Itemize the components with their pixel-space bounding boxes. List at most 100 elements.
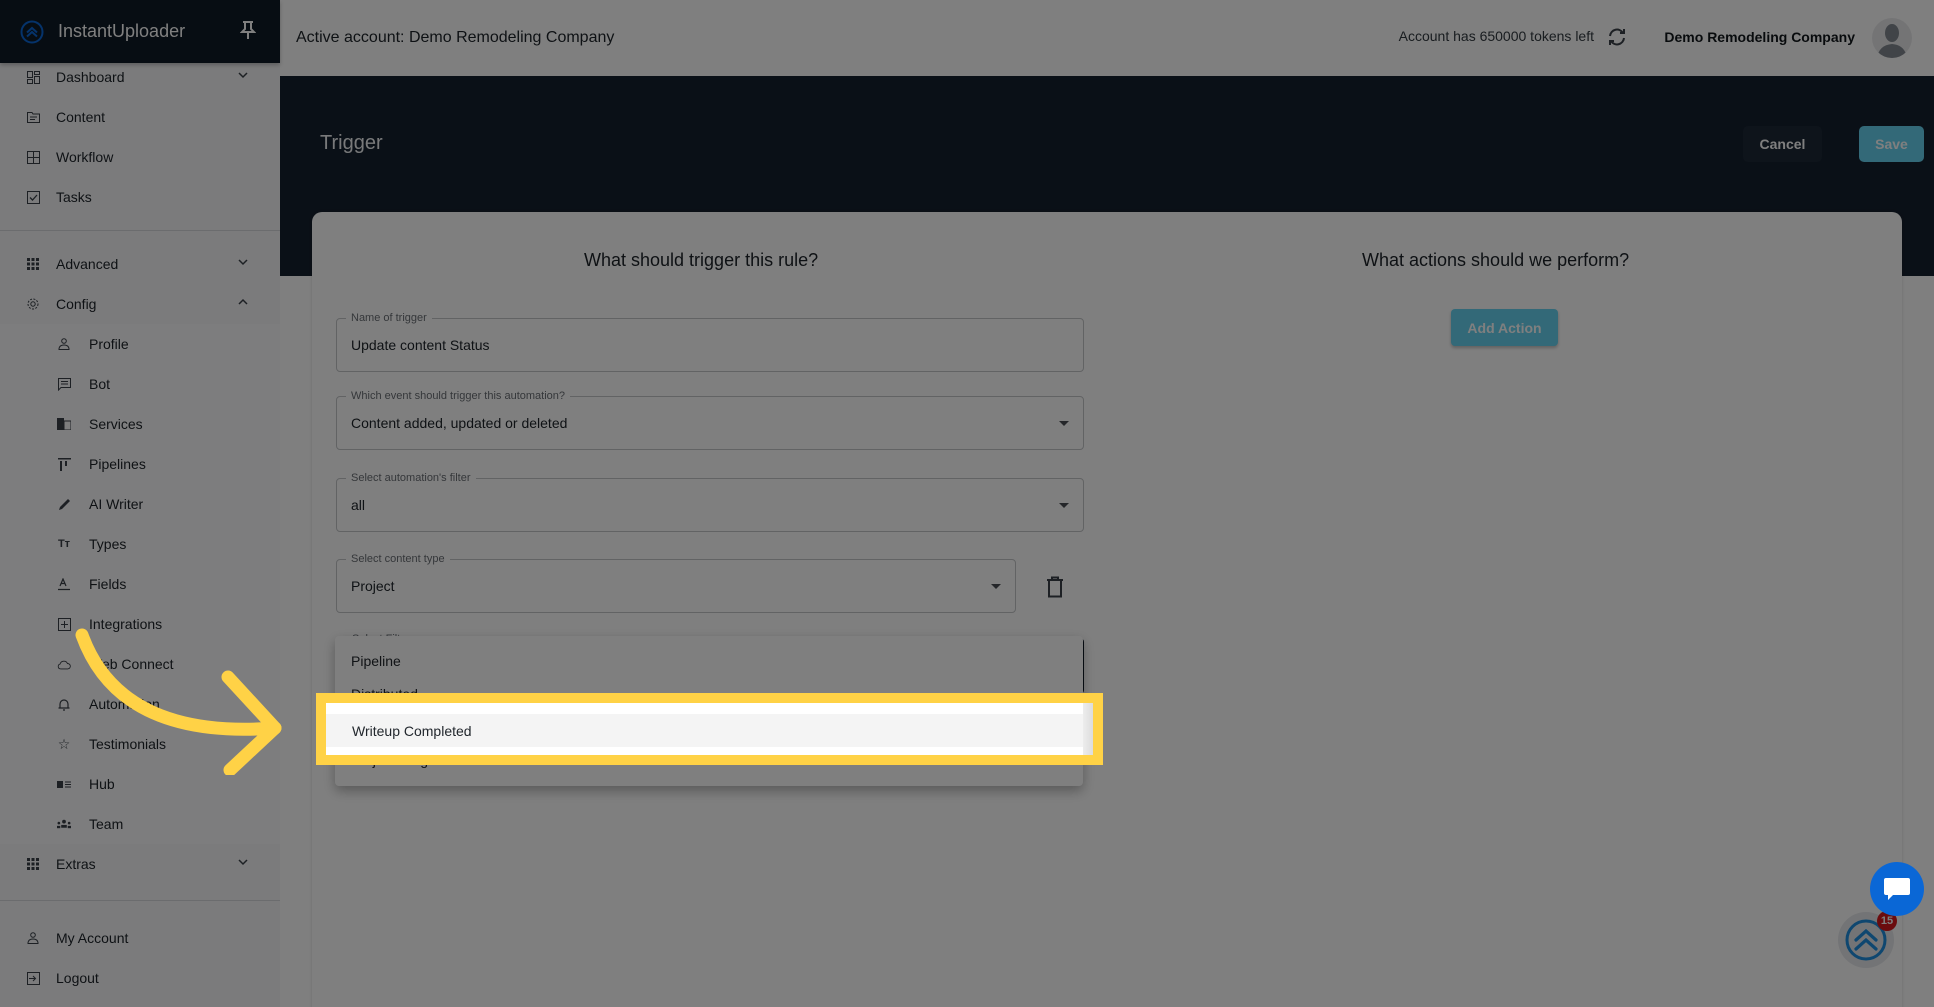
sidebar-item-label: Automation xyxy=(89,696,160,712)
gear-icon xyxy=(26,297,40,311)
user-icon xyxy=(57,337,71,351)
sidebar-item-label: My Account xyxy=(56,930,129,946)
cancel-button[interactable]: Cancel xyxy=(1743,126,1822,162)
sidebar-item-tasks[interactable]: Tasks xyxy=(0,177,280,217)
avatar[interactable] xyxy=(1872,18,1912,58)
user-icon xyxy=(26,931,40,945)
sidebar-item-bot[interactable]: Bot xyxy=(0,364,280,404)
sidebar-item-config[interactable]: Config xyxy=(0,284,280,324)
sidebar-item-label: Testimonials xyxy=(89,736,167,752)
sidebar-item-types[interactable]: Tт Types xyxy=(0,524,280,564)
sidebar-nav: Dashboard Content Workflow Tasks Advance… xyxy=(0,57,280,998)
company-name[interactable]: Demo Remodeling Company xyxy=(1664,29,1855,45)
pipeline-icon xyxy=(57,457,71,471)
filter-option-pipeline[interactable]: Pipeline xyxy=(335,644,1083,677)
chevron-down-icon xyxy=(238,72,248,79)
chevron-down-icon xyxy=(238,859,248,866)
field-label: Which event should trigger this automati… xyxy=(346,390,571,402)
sidebar-item-automation[interactable]: Automation xyxy=(0,684,280,724)
sidebar: InstantUploader Dashboard Content Workfl… xyxy=(0,0,280,1007)
trigger-name-field[interactable]: Name of trigger Update content Status xyxy=(336,312,1084,372)
content-type-select[interactable]: Select content type Project xyxy=(336,553,1016,613)
dropdown-arrow-icon xyxy=(1059,421,1069,426)
sidebar-item-team[interactable]: Team xyxy=(0,804,280,844)
sidebar-item-extras[interactable]: Extras xyxy=(0,844,280,884)
checkbox-icon xyxy=(26,190,40,204)
sidebar-item-web-connect[interactable]: Web Connect xyxy=(0,644,280,684)
sidebar-item-label: Hub xyxy=(89,776,115,792)
event-select[interactable]: Which event should trigger this automati… xyxy=(336,390,1084,450)
highlighted-option[interactable]: Writeup Completed xyxy=(326,714,1083,747)
sidebar-item-label: Extras xyxy=(56,856,96,872)
user-silhouette-icon xyxy=(1877,24,1907,58)
sidebar-item-my-account[interactable]: My Account xyxy=(0,918,280,958)
apps-icon xyxy=(26,857,40,871)
divider xyxy=(0,900,280,901)
trigger-heading: What should trigger this rule? xyxy=(584,250,819,270)
sidebar-item-label: Types xyxy=(89,536,127,552)
app-logo-icon xyxy=(20,20,44,43)
sidebar-item-label: Web Connect xyxy=(89,656,174,672)
chevron-down-icon xyxy=(238,259,248,266)
grid-icon xyxy=(26,150,40,164)
chat-bubble-icon xyxy=(1884,878,1910,900)
chevron-up-icon xyxy=(238,298,248,305)
sidebar-item-label: Team xyxy=(89,816,124,832)
sidebar-item-label: Pipelines xyxy=(89,456,146,472)
field-value: all xyxy=(351,497,366,513)
sidebar-item-dashboard[interactable]: Dashboard xyxy=(0,57,280,97)
add-action-button[interactable]: Add Action xyxy=(1451,309,1558,346)
text-type-icon: Tт xyxy=(57,538,71,550)
automation-filter-select[interactable]: Select automation's filter all xyxy=(336,472,1084,532)
sidebar-item-advanced[interactable]: Advanced xyxy=(0,244,280,284)
pencil-icon xyxy=(57,497,71,511)
pin-icon[interactable] xyxy=(240,20,256,40)
plus-box-icon xyxy=(57,617,71,631)
field-label: Select automation's filter xyxy=(346,472,476,484)
tokens-remaining: Account has 650000 tokens left xyxy=(1398,28,1594,44)
sidebar-item-label: Workflow xyxy=(56,149,114,165)
team-icon xyxy=(57,817,71,831)
save-button[interactable]: Save xyxy=(1859,126,1924,162)
sidebar-item-fields[interactable]: Fields xyxy=(0,564,280,604)
menu-edge xyxy=(1083,703,1093,755)
sidebar-item-services[interactable]: Services xyxy=(0,404,280,444)
sidebar-item-testimonials[interactable]: ☆ Testimonials xyxy=(0,724,280,764)
brand-bar: InstantUploader xyxy=(0,0,280,63)
sidebar-item-hub[interactable]: Hub xyxy=(0,764,280,804)
sidebar-item-label: Dashboard xyxy=(56,69,125,85)
sidebar-item-pipelines[interactable]: Pipelines xyxy=(0,444,280,484)
field-icon xyxy=(57,577,71,591)
dropdown-arrow-icon xyxy=(991,584,1001,589)
sidebar-item-label: Services xyxy=(89,416,143,432)
sidebar-item-label: Integrations xyxy=(89,616,163,632)
building-icon xyxy=(57,417,71,431)
sidebar-item-label: AI Writer xyxy=(89,496,144,512)
sidebar-item-integrations[interactable]: Integrations xyxy=(0,604,280,644)
sidebar-item-label: Bot xyxy=(89,376,111,392)
app-name: InstantUploader xyxy=(58,21,186,41)
field-value: Update content Status xyxy=(351,337,490,353)
field-value: Content added, updated or deleted xyxy=(351,415,568,431)
page-title: Trigger xyxy=(320,132,383,154)
sidebar-item-logout[interactable]: Logout xyxy=(0,958,280,998)
card-list-icon xyxy=(57,777,71,791)
sidebar-item-workflow[interactable]: Workflow xyxy=(0,137,280,177)
sidebar-item-label: Fields xyxy=(89,576,127,592)
logout-icon xyxy=(26,971,40,985)
chat-button[interactable] xyxy=(1870,862,1924,916)
sidebar-item-ai-writer[interactable]: AI Writer xyxy=(0,484,280,524)
active-account-label: Active account: Demo Remodeling Company xyxy=(296,29,615,46)
config-submenu: Profile Bot Services Pipelines AI Writer… xyxy=(0,324,280,844)
refresh-icon[interactable] xyxy=(1606,27,1628,47)
dropdown-arrow-icon xyxy=(1059,503,1069,508)
dashboard-icon xyxy=(26,70,40,84)
sidebar-item-content[interactable]: Content xyxy=(0,97,280,137)
sidebar-item-profile[interactable]: Profile xyxy=(0,324,280,364)
trash-icon[interactable] xyxy=(1046,576,1064,598)
chat-box-icon xyxy=(57,377,71,391)
divider xyxy=(0,230,280,231)
top-bar: Active account: Demo Remodeling Company … xyxy=(280,0,1934,76)
field-label: Select content type xyxy=(346,553,450,565)
trigger-card: What should trigger this rule? What acti… xyxy=(312,212,1902,1007)
